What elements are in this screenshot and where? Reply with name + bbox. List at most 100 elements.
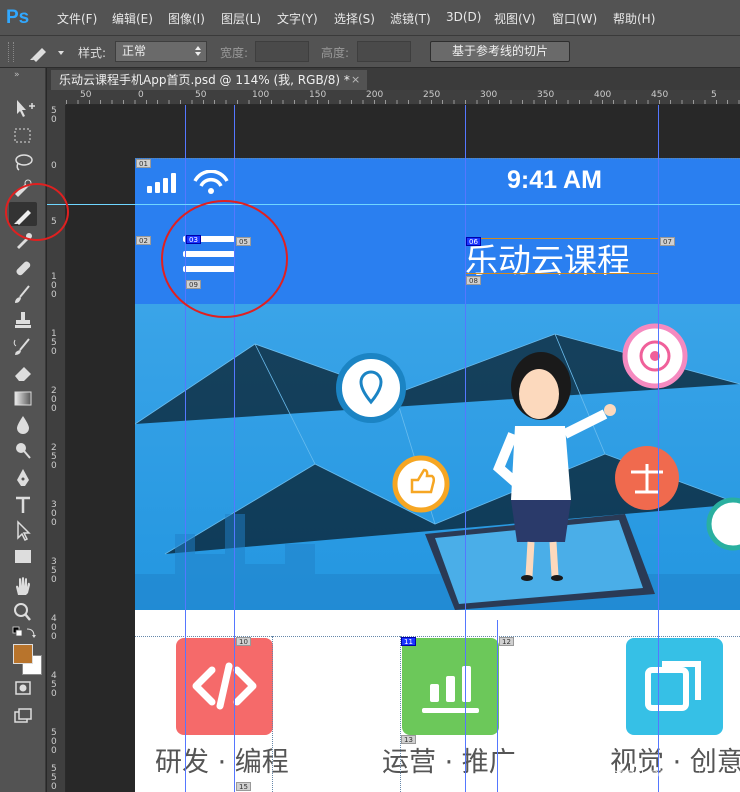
pen-icon (17, 469, 29, 486)
slice-label[interactable]: 15 (236, 782, 251, 791)
ruler-label: 3 5 0 (51, 557, 57, 585)
menu-type[interactable]: 文字(Y) (277, 10, 318, 27)
menu-3d[interactable]: 3D(D) (446, 10, 481, 24)
rectangle-icon (15, 550, 31, 563)
lasso-tool[interactable] (9, 150, 37, 174)
options-bar: 样式: 正常 宽度: 高度: 基于参考线的切片 (0, 36, 740, 68)
guide-line-vertical[interactable] (465, 105, 466, 792)
arrow-cursor-icon (17, 520, 31, 542)
rectangle-tool[interactable] (9, 544, 37, 568)
slice-boundary (272, 636, 273, 792)
ruler-label: 300 (480, 90, 498, 100)
menu-file[interactable]: 文件(F) (57, 10, 97, 27)
ruler-label: 3 0 0 (51, 500, 57, 528)
signal-icon (147, 186, 152, 193)
menu-help[interactable]: 帮助(H) (613, 10, 655, 27)
style-select[interactable]: 正常 (115, 41, 207, 62)
ruler-label: 100 (252, 90, 270, 100)
guide-line-horizontal[interactable] (47, 204, 740, 205)
bar-chart-icon (422, 666, 479, 713)
menu-layer[interactable]: 图层(L) (221, 10, 261, 27)
document-tab[interactable]: 乐动云课程手机App首页.psd @ 114% (我, RGB/8) * × (51, 70, 367, 90)
category-visual-tile[interactable] (626, 638, 723, 735)
ruler-label: 450 (651, 90, 669, 100)
ruler-label: 1 5 0 (51, 329, 57, 357)
annotation-circle-slice-tool (5, 183, 69, 241)
healing-brush-tool[interactable] (9, 256, 37, 280)
gradient-tool[interactable] (9, 386, 37, 410)
title-bounding-box[interactable] (465, 238, 659, 274)
guide-line-vertical[interactable] (658, 105, 659, 792)
history-brush-icon (13, 338, 30, 355)
ruler-label: 200 (366, 90, 384, 100)
dodge-tool[interactable] (9, 438, 37, 462)
category-ops-label: 运营 · 推广 (382, 747, 516, 778)
slice-label[interactable]: 12 (499, 637, 514, 646)
hero-illustration (135, 323, 740, 610)
menu-image[interactable]: 图像(I) (168, 10, 205, 27)
category-dev-tile[interactable] (176, 638, 273, 735)
slice-label[interactable]: 13 (401, 735, 416, 744)
ruler-origin[interactable] (47, 90, 66, 105)
slice-label[interactable]: 01 (136, 159, 151, 168)
hand-tool[interactable] (9, 574, 37, 598)
slices-from-guides-button[interactable]: 基于参考线的切片 (430, 41, 570, 62)
ruler-label: 150 (309, 90, 327, 100)
history-brush-tool[interactable] (9, 334, 37, 358)
signal-wifi-icons (147, 170, 229, 194)
slice-label[interactable]: 07 (660, 237, 675, 246)
ruler-label: 0 (51, 161, 57, 171)
bar-grip (8, 42, 14, 62)
default-colors-icon[interactable] (12, 626, 36, 640)
clone-stamp-tool[interactable] (9, 308, 37, 332)
brush-tool[interactable] (9, 282, 37, 306)
move-icon (17, 100, 35, 117)
quick-mask-button[interactable] (9, 676, 37, 700)
zoom-tool[interactable] (9, 600, 37, 624)
foreground-color-swatch[interactable] (13, 644, 33, 664)
path-selection-tool[interactable] (9, 518, 37, 542)
guide-line-vertical[interactable] (497, 620, 498, 792)
height-field[interactable] (357, 41, 411, 62)
category-ops-tile[interactable] (402, 638, 499, 735)
eraser-tool[interactable] (9, 360, 37, 384)
magnifier-icon (14, 603, 31, 621)
horizontal-ruler[interactable]: 50 0 50 100 150 200 250 300 350 400 450 … (66, 90, 740, 105)
character-face (519, 369, 559, 419)
ruler-label: 4 0 0 (51, 614, 57, 642)
dodge-icon (16, 443, 31, 459)
move-tool[interactable] (9, 96, 37, 120)
pen-tool[interactable] (9, 466, 37, 490)
menu-edit[interactable]: 编辑(E) (112, 10, 153, 27)
width-label: 宽度: (220, 46, 249, 60)
guide-line-vertical[interactable] (185, 105, 186, 792)
slice-label[interactable]: 11 (401, 637, 416, 646)
menu-window[interactable]: 窗口(W) (552, 10, 597, 27)
code-brackets-icon (192, 662, 257, 710)
menu-select[interactable]: 选择(S) (334, 10, 375, 27)
slice-label[interactable]: 02 (136, 236, 151, 245)
slice-label[interactable]: 06 (466, 237, 481, 246)
thumbs-up-badge (392, 455, 450, 513)
quick-mask-icon (15, 681, 31, 695)
screen-mode-button[interactable] (9, 704, 37, 728)
type-t-icon (16, 496, 30, 513)
marquee-tool[interactable] (9, 123, 37, 147)
tool-preset-picker[interactable] (24, 40, 68, 64)
slice-label[interactable]: 08 (466, 276, 481, 285)
type-tool[interactable] (9, 492, 37, 516)
menu-view[interactable]: 视图(V) (494, 10, 536, 27)
ruler-label: 5 (711, 90, 717, 100)
phone-status-bar: 9:41 AM (135, 158, 740, 206)
character-skirt (511, 500, 571, 542)
ruler-label: 400 (594, 90, 612, 100)
menu-filter[interactable]: 滤镜(T) (390, 10, 431, 27)
slice-label[interactable]: 10 (236, 637, 251, 646)
collapse-icon[interactable]: » (14, 70, 20, 80)
ruler-label: 5 0 0 (51, 728, 57, 756)
blur-tool[interactable] (9, 412, 37, 436)
close-icon[interactable]: × (351, 70, 360, 90)
width-field[interactable] (255, 41, 309, 62)
partial-badge (706, 497, 740, 551)
water-drop-icon (17, 416, 29, 434)
